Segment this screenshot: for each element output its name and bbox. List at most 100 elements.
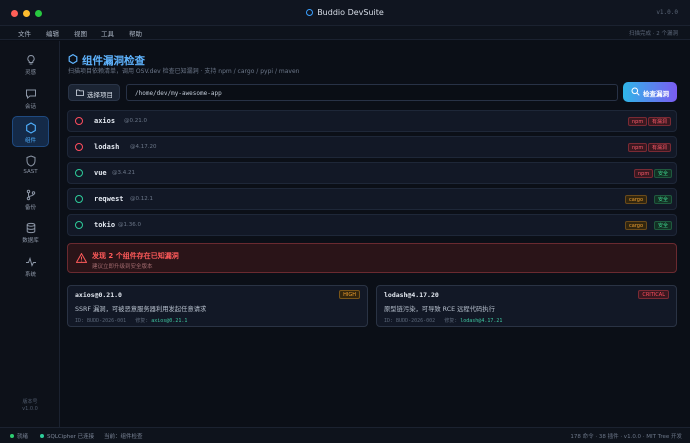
vuln-package: lodash@4.17.20 [384, 291, 439, 299]
sidebar-item-chat[interactable]: 会话 [12, 83, 49, 114]
package-version: @0.12.1 [130, 196, 153, 202]
package-version: @3.4.21 [112, 170, 135, 176]
sidebar-item-backup[interactable]: 备份 [12, 184, 49, 215]
package-name: vue [94, 169, 107, 177]
app-title: Buddio DevSuite [0, 8, 690, 17]
package-row[interactable]: axios @0.21.0 npm 有漏洞 [67, 110, 677, 132]
status-bar: 就绪 SQLCipher 已连接 当前：组件检查 178 命令 · 38 插件 … [0, 427, 690, 443]
status-badge: 有漏洞 [648, 143, 672, 152]
vulnerable-status-icon [75, 117, 83, 125]
sidebar-item-system[interactable]: 系统 [12, 251, 49, 282]
sidebar-item-label: 数据库 [22, 238, 39, 244]
package-row[interactable]: lodash @4.17.20 npm 有漏洞 [67, 136, 677, 158]
ecosystem-badge: npm [634, 169, 654, 178]
select-project-button[interactable]: 选择项目 [68, 84, 120, 101]
vuln-fix-label: 修复: [135, 318, 149, 324]
sidebar-item-sast[interactable]: SAST [12, 150, 49, 181]
package-row[interactable]: reqwest @0.12.1 cargo 安全 [67, 188, 677, 210]
vuln-id: BUDD-2026-002 [396, 318, 436, 324]
sidebar-item-label: 系统 [24, 272, 36, 278]
status-badge: 安全 [654, 169, 673, 178]
hexagon-icon [68, 54, 78, 64]
menu-help[interactable]: 帮助 [129, 28, 142, 38]
project-path-input[interactable]: /home/dev/my-awesome-app [126, 84, 618, 101]
shield-icon [26, 155, 35, 167]
vuln-fix-label: 修复: [444, 318, 458, 324]
vuln-meta: ID: BUDD-2026-001 修复: axios@0.21.1 [75, 317, 187, 324]
page-subtitle: 扫描项目依赖清单，调用 OSV.dev 检查已知漏洞 · 支持 npm / ca… [68, 68, 300, 75]
ready-text: 就绪 [17, 434, 29, 440]
vuln-id: BUDD-2026-001 [87, 318, 127, 324]
vuln-fix-version: lodash@4.17.21 [460, 318, 503, 324]
sidebar-item-components[interactable]: 组件 [12, 116, 49, 147]
main-panel: 组件漏洞检查 扫描项目依赖清单，调用 OSV.dev 检查已知漏洞 · 支持 n… [61, 41, 690, 427]
vulnerable-status-icon [75, 143, 83, 151]
ready-dot-icon [10, 434, 14, 438]
menu-edit[interactable]: 编辑 [46, 28, 59, 38]
package-name: reqwest [94, 195, 124, 203]
chat-icon [25, 89, 36, 100]
status-badge: 安全 [654, 195, 673, 204]
sidebar-item-database[interactable]: 数据库 [12, 217, 49, 248]
sidebar-item-label: SAST [23, 169, 38, 175]
sidebar-item-label: 会话 [24, 104, 36, 110]
vuln-description: SSRF 漏洞，可被恶意服务器利用发起任意请求 [75, 306, 207, 313]
status-badge: 安全 [654, 221, 673, 230]
app-logo-icon [306, 9, 314, 16]
vuln-fix-version: axios@0.21.1 [151, 318, 188, 324]
safe-status-icon [75, 221, 83, 229]
package-name: axios [94, 117, 116, 125]
vulnerability-card[interactable]: lodash@4.17.20 CRITICAL 原型链污染，可导致 RCE 远程… [376, 285, 677, 327]
folder-icon [76, 89, 84, 96]
ecosystem-badge: npm [628, 143, 648, 152]
vulnerability-card[interactable]: axios@0.21.0 HIGH SSRF 漏洞，可被恶意服务器利用发起任意请… [67, 285, 368, 327]
current-module: 当前：组件检查 [104, 434, 143, 440]
status-right: 178 命令 · 38 插件 · v1.0.0 · MIT Tree 开发 [570, 434, 682, 440]
sidebar-item-label: 备份 [24, 205, 36, 211]
ready-status: 就绪 [10, 432, 28, 440]
vuln-package: axios@0.21.0 [75, 291, 122, 299]
warning-icon [76, 253, 87, 263]
menu-bar: 文件 编辑 视图 工具 帮助 扫描完成 · 2 个漏洞 [0, 26, 690, 40]
vulnerability-alert: 发现 2 个组件存在已知漏洞 建议立即升级到安全版本 [67, 243, 677, 273]
hexagon-icon [25, 122, 36, 134]
database-icon [26, 222, 35, 234]
menu-tools[interactable]: 工具 [101, 28, 114, 38]
scan-status-summary: 扫描完成 · 2 个漏洞 [629, 31, 678, 37]
package-name: lodash [94, 143, 120, 151]
vuln-meta: ID: BUDD-2026-002 修复: lodash@4.17.21 [384, 317, 502, 324]
package-name: tokio [94, 221, 116, 229]
branch-icon [26, 189, 35, 201]
ecosystem-badge: cargo [625, 195, 648, 204]
status-badge: 有漏洞 [648, 117, 672, 126]
menu-file[interactable]: 文件 [18, 28, 31, 38]
sidebar-item-inspiration[interactable]: 灵感 [12, 49, 49, 80]
menu-view[interactable]: 视图 [74, 28, 87, 38]
version-number: v1.0.0 [22, 406, 38, 412]
title-bar: Buddio DevSuite v1.0.0 [0, 0, 690, 26]
search-icon [631, 87, 640, 96]
pulse-icon [25, 256, 36, 267]
bulb-icon [26, 54, 35, 65]
db-status: SQLCipher 已连接 [40, 432, 94, 440]
ecosystem-badge: npm [628, 117, 648, 126]
vuln-id-label: ID: [75, 318, 85, 324]
check-vulnerabilities-button[interactable]: 检查漏洞 [623, 82, 677, 102]
package-version: @0.21.0 [124, 118, 147, 124]
safe-status-icon [75, 195, 83, 203]
db-text: SQLCipher 已连接 [47, 434, 95, 440]
app-title-text: Buddio DevSuite [317, 8, 384, 17]
package-version: @1.36.0 [118, 222, 141, 228]
severity-badge: CRITICAL [638, 290, 669, 299]
package-row[interactable]: vue @3.4.21 npm 安全 [67, 162, 677, 184]
vuln-description: 原型链污染，可导致 RCE 远程代码执行 [384, 306, 495, 313]
severity-badge: HIGH [339, 290, 360, 299]
version-tag: v1.0.0 [656, 9, 678, 16]
sidebar: 灵感 会话 组件 SAST 备份 数据库 系统 版本号 v1.0.0 [0, 41, 60, 427]
package-version: @4.17.20 [130, 144, 157, 150]
vuln-id-label: ID: [384, 318, 394, 324]
package-row[interactable]: tokio @1.36.0 cargo 安全 [67, 214, 677, 236]
ecosystem-badge: cargo [625, 221, 648, 230]
sidebar-item-label: 灵感 [24, 70, 36, 76]
check-vulnerabilities-label: 检查漏洞 [643, 90, 669, 98]
